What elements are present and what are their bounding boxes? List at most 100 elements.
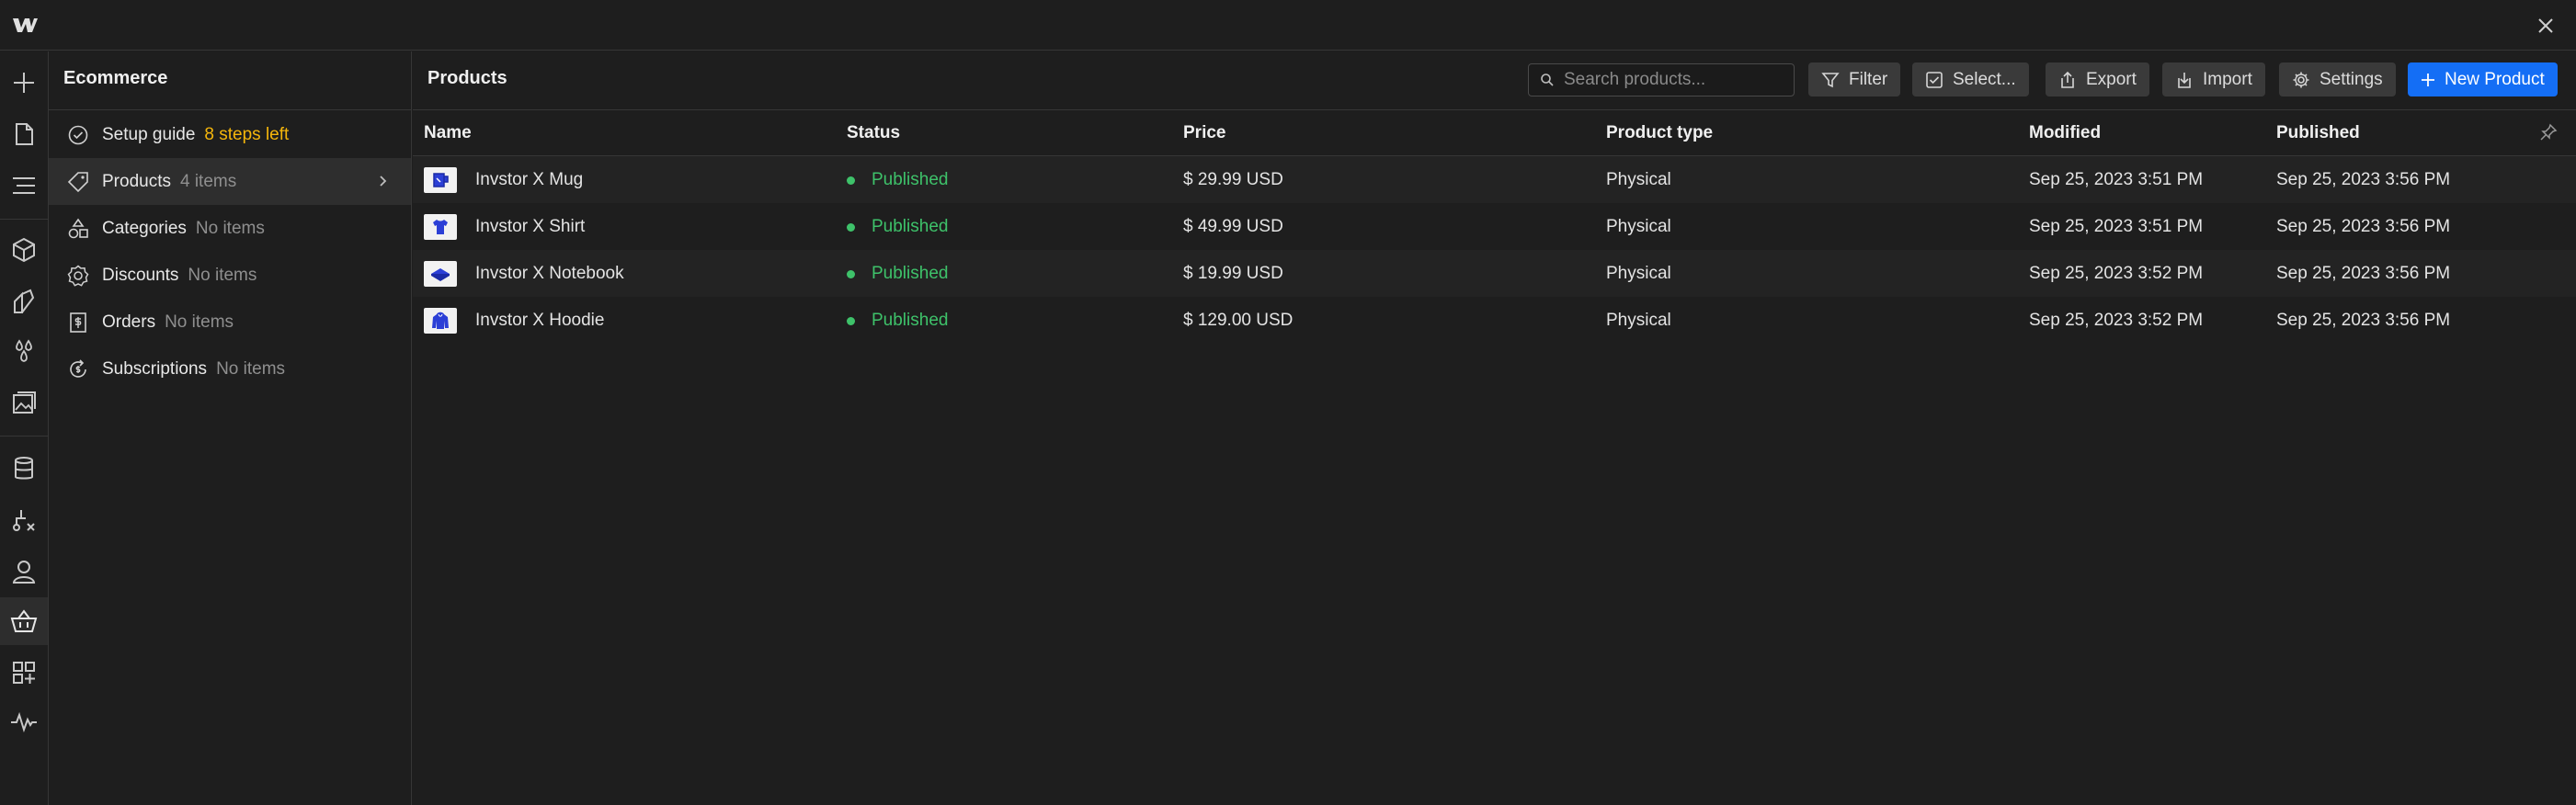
product-price: $ 49.99 USD bbox=[1183, 217, 1283, 236]
modified-date: Sep 25, 2023 3:52 PM bbox=[2029, 311, 2204, 330]
table-row[interactable]: Invstor X Notebook Published $ 19.99 USD… bbox=[413, 250, 2576, 297]
table-body: Invstor X Mug Published $ 29.99 USD Phys… bbox=[413, 156, 2576, 344]
modified-date: Sep 25, 2023 3:51 PM bbox=[2029, 170, 2204, 189]
product-type: Physical bbox=[1606, 311, 1671, 330]
style-selector-icon[interactable] bbox=[0, 278, 48, 325]
add-icon[interactable] bbox=[0, 59, 48, 107]
import-button[interactable]: Import bbox=[2162, 62, 2265, 96]
table-row[interactable]: Invstor X Hoodie Published $ 129.00 USD … bbox=[413, 297, 2576, 344]
checkbox-icon bbox=[1925, 71, 1953, 89]
product-type: Physical bbox=[1606, 170, 1671, 189]
products-toolbar: Products Filter Select... Export bbox=[413, 51, 2576, 110]
new-product-button[interactable]: New Product bbox=[2408, 62, 2558, 96]
new-product-button-label: New Product bbox=[2445, 69, 2545, 89]
shirt-thumbnail-icon bbox=[424, 214, 457, 240]
status-text: Published bbox=[872, 311, 949, 330]
users-icon[interactable] bbox=[0, 548, 48, 595]
sidebar-item-label: Subscriptions bbox=[102, 358, 208, 379]
close-icon[interactable] bbox=[2536, 16, 2556, 36]
settings-button[interactable]: Settings bbox=[2279, 62, 2396, 96]
export-icon bbox=[2058, 71, 2086, 89]
status-badge: Published bbox=[847, 170, 948, 190]
product-type: Physical bbox=[1606, 264, 1671, 283]
cms-icon[interactable] bbox=[0, 445, 48, 493]
variables-icon[interactable] bbox=[0, 327, 48, 375]
sidebar-item-label: Discounts bbox=[102, 265, 179, 285]
table-row[interactable]: Invstor X Shirt Published $ 49.99 USD Ph… bbox=[413, 203, 2576, 250]
assets-icon[interactable] bbox=[0, 379, 48, 426]
status-text: Published bbox=[872, 170, 949, 189]
settings-button-label: Settings bbox=[2320, 69, 2383, 89]
column-header-product-type[interactable]: Product type bbox=[1606, 123, 1713, 143]
ecommerce-sidebar: Ecommerce Setup guide 8 steps left Produ… bbox=[49, 51, 412, 805]
sidebar-item-label: Setup guide bbox=[102, 124, 196, 144]
product-name[interactable]: Invstor X Notebook bbox=[475, 264, 624, 284]
published-date: Sep 25, 2023 3:56 PM bbox=[2276, 311, 2451, 330]
gear-icon bbox=[2292, 71, 2320, 89]
sidebar-item-count: No items bbox=[195, 218, 265, 238]
audits-pulse-icon[interactable] bbox=[0, 698, 48, 746]
status-badge: Published bbox=[847, 264, 948, 284]
search-icon bbox=[1540, 73, 1555, 87]
product-name[interactable]: Invstor X Hoodie bbox=[475, 311, 604, 331]
modified-date: Sep 25, 2023 3:51 PM bbox=[2029, 217, 2204, 236]
modified-date: Sep 25, 2023 3:52 PM bbox=[2029, 264, 2204, 283]
published-date: Sep 25, 2023 3:56 PM bbox=[2276, 217, 2451, 236]
sidebar-item-products[interactable]: Products 4 items bbox=[49, 158, 411, 205]
product-type: Physical bbox=[1606, 217, 1671, 236]
pin-icon[interactable] bbox=[2539, 123, 2558, 142]
sidebar-item-orders[interactable]: Orders No items bbox=[49, 299, 411, 346]
column-header-published[interactable]: Published bbox=[2276, 123, 2360, 143]
sidebar-item-count: No items bbox=[165, 312, 234, 332]
product-price: $ 19.99 USD bbox=[1183, 264, 1283, 283]
product-price: $ 129.00 USD bbox=[1183, 311, 1294, 330]
hoodie-thumbnail-icon bbox=[424, 308, 457, 334]
product-price: $ 29.99 USD bbox=[1183, 170, 1283, 189]
pages-icon[interactable] bbox=[0, 110, 48, 158]
column-header-modified[interactable]: Modified bbox=[2029, 123, 2101, 143]
export-button[interactable]: Export bbox=[2046, 62, 2149, 96]
status-text: Published bbox=[872, 217, 949, 236]
table-header: Name Status Price Product type Modified … bbox=[413, 110, 2576, 156]
status-text: Published bbox=[872, 264, 949, 283]
search-box[interactable] bbox=[1528, 63, 1795, 96]
sidebar-item-discounts[interactable]: Discounts No items bbox=[49, 252, 411, 299]
notebook-thumbnail-icon bbox=[424, 261, 457, 287]
sidebar-item-setup-guide[interactable]: Setup guide 8 steps left bbox=[49, 111, 411, 158]
sidebar-item-count: 4 items bbox=[179, 171, 237, 191]
navigator-icon[interactable] bbox=[0, 162, 48, 210]
sidebar-item-label: Products bbox=[102, 171, 171, 191]
status-badge: Published bbox=[847, 217, 948, 237]
sidebar-item-count: No items bbox=[216, 358, 286, 379]
import-button-label: Import bbox=[2203, 69, 2252, 89]
status-badge: Published bbox=[847, 311, 948, 331]
search-input[interactable] bbox=[1564, 70, 1784, 90]
filter-button-label: Filter bbox=[1849, 69, 1888, 89]
sidebar-item-count: 8 steps left bbox=[204, 124, 290, 144]
filter-icon bbox=[1821, 71, 1849, 89]
sidebar-item-label: Orders bbox=[102, 312, 156, 332]
sidebar-item-count: No items bbox=[188, 265, 257, 285]
column-header-name[interactable]: Name bbox=[424, 123, 472, 143]
webflow-logo-icon[interactable] bbox=[11, 13, 39, 37]
components-icon[interactable] bbox=[0, 226, 48, 274]
sidebar-item-categories[interactable]: Categories No items bbox=[49, 205, 411, 252]
receipt-icon bbox=[67, 312, 89, 334]
sidebar-item-label: Categories bbox=[102, 218, 187, 238]
sidebar-item-subscriptions[interactable]: Subscriptions No items bbox=[49, 346, 411, 392]
tag-icon bbox=[67, 171, 89, 193]
product-name[interactable]: Invstor X Mug bbox=[475, 170, 583, 190]
product-name[interactable]: Invstor X Shirt bbox=[475, 217, 585, 237]
select-button-label: Select... bbox=[1953, 69, 2016, 89]
page-title: Products bbox=[427, 68, 507, 88]
icon-rail bbox=[0, 51, 49, 805]
apps-icon[interactable] bbox=[0, 649, 48, 697]
published-date: Sep 25, 2023 3:56 PM bbox=[2276, 170, 2451, 189]
column-header-price[interactable]: Price bbox=[1183, 123, 1225, 143]
column-header-status[interactable]: Status bbox=[847, 123, 900, 143]
table-row[interactable]: Invstor X Mug Published $ 29.99 USD Phys… bbox=[413, 156, 2576, 203]
filter-button[interactable]: Filter bbox=[1808, 62, 1901, 96]
logic-icon[interactable] bbox=[0, 496, 48, 544]
ecommerce-basket-icon[interactable] bbox=[0, 597, 48, 645]
select-button[interactable]: Select... bbox=[1912, 62, 2029, 96]
